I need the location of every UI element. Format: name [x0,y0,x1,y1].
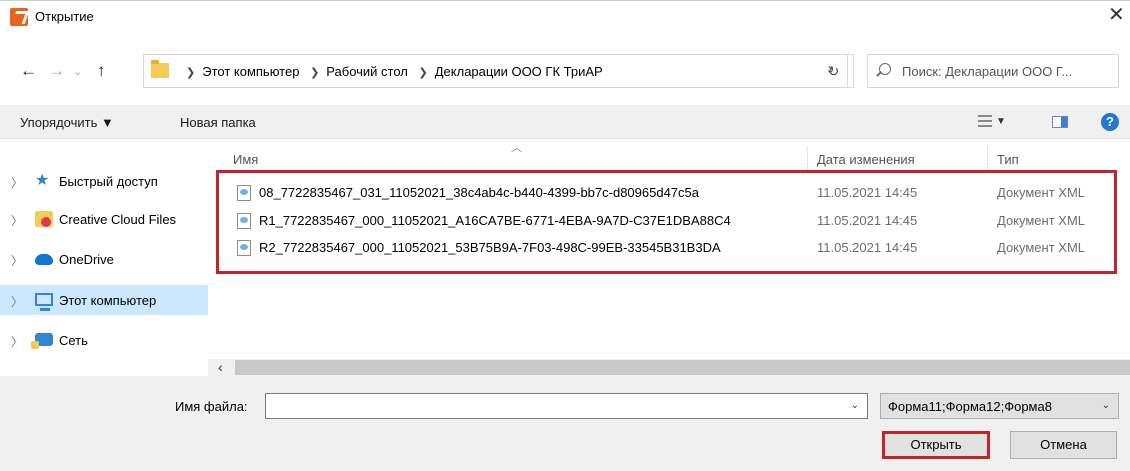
search-placeholder: Поиск: Декларации ООО Г... [902,64,1073,79]
breadcrumb-item[interactable]: Рабочий стол [326,64,408,79]
breadcrumb-item[interactable]: Декларации ООО ГК ТриАР [435,64,603,79]
command-bar: Упорядочить ▼ Новая папка ▼ ? [0,105,1130,139]
chevron-right-icon[interactable]: 〉 [11,293,23,310]
chevron-right-icon[interactable]: 〉 [11,252,23,269]
bottom-panel: Имя файла: ⌄ Форма11;Форма12;Форма8 ⌄ От… [0,376,1130,471]
file-row[interactable]: 08_7722835467_031_11052021_38c4ab4c-b440… [233,181,1113,206]
nav-item-network[interactable]: 〉 Сеть [0,325,208,355]
cancel-button[interactable]: Отмена [1010,431,1117,459]
scroll-left-icon[interactable]: ‹ [218,359,223,375]
column-header-type[interactable]: Тип [997,152,1019,167]
file-type: Документ XML [997,185,1086,200]
forward-arrow-icon[interactable]: → [48,61,65,81]
new-folder-button[interactable]: Новая папка [180,115,256,130]
chevron-right-icon[interactable]: 〉 [11,212,23,229]
nav-item-label: Сеть [59,333,88,348]
scrollbar-thumb[interactable] [235,360,1130,375]
sort-ascending-icon: ︿ [511,142,522,154]
file-date: 11.05.2021 14:45 [817,185,918,200]
column-header-date[interactable]: Дата изменения [817,152,915,167]
address-bar[interactable]: ❯ Этот компьютер ❯ Рабочий стол ❯ Деклараци… [143,54,848,88]
breadcrumb-item[interactable]: Этот компьютер [202,64,299,79]
filename-input[interactable]: ⌄ [265,393,868,419]
open-button[interactable]: Открыть [882,431,990,459]
horizontal-scrollbar[interactable]: ‹ [208,359,1130,376]
search-input[interactable]: Поиск: Декларации ООО Г... [867,54,1119,88]
nav-item-this-pc[interactable]: 〉 Этот компьютер [0,285,208,315]
file-name: R1_7722835467_000_11052021_A16CA7BE-6771… [259,213,731,228]
window-title: Открытие [35,9,94,24]
view-options-icon[interactable] [978,115,992,127]
file-name: R2_7722835467_000_11052021_53B75B9A-7F03… [259,240,721,255]
chevron-right-icon[interactable]: 〉 [11,333,23,350]
close-icon[interactable]: ✕ [1108,5,1125,25]
up-arrow-icon[interactable]: ↑ [97,61,106,81]
column-divider[interactable] [807,146,808,170]
organize-button[interactable]: Упорядочить ▼ [20,115,114,130]
computer-icon [35,293,53,311]
nav-item-onedrive[interactable]: 〉 OneDrive [0,244,208,274]
file-date: 11.05.2021 14:45 [817,213,918,228]
nav-item-label: Быстрый доступ [59,174,158,189]
file-type: Документ XML [997,213,1086,228]
file-row[interactable]: R2_7722835467_000_11052021_53B75B9A-7F03… [233,236,1113,261]
xml-file-icon [237,213,251,229]
creative-cloud-folder-icon [35,211,53,227]
cloud-icon [35,254,53,265]
nav-item-label: Creative Cloud Files [59,212,177,227]
chevron-down-icon[interactable]: ▼ [996,116,1006,127]
open-file-dialog: Открытие ✕ ← → ⌄ ↑ ❯ Этот компьютер ❯ Рабо… [0,0,1130,471]
file-date: 11.05.2021 14:45 [817,240,918,255]
filename-label: Имя файла: [175,399,248,414]
chevron-right-icon[interactable]: 〉 [11,174,23,191]
recent-locations-chevron-icon[interactable]: ⌄ [73,65,82,78]
chevron-down-icon: ⌄ [1101,400,1110,411]
star-icon: ★ [35,172,50,189]
xml-file-icon [237,240,251,256]
title-bar: Открытие ✕ [0,1,1130,33]
nav-item-label: OneDrive [59,252,114,267]
xml-file-icon [237,185,251,201]
file-name: 08_7722835467_031_11052021_38c4ab4c-b440… [259,185,700,200]
help-icon[interactable]: ? [1101,113,1119,131]
nav-item-label: Этот компьютер [59,293,157,308]
chevron-down-icon[interactable]: ⌄ [851,400,859,411]
filter-value: Форма11;Форма12;Форма8 [888,399,1052,414]
refresh-icon[interactable]: ↻ [814,54,854,88]
app-icon [10,8,28,26]
file-row[interactable]: R1_7722835467_000_11052021_A16CA7BE-6771… [233,209,1113,234]
folder-icon [151,60,169,78]
column-header-name[interactable]: Имя [233,152,258,167]
preview-pane-icon[interactable] [1052,116,1068,128]
nav-item-quick-access[interactable]: 〉 ★ Быстрый доступ [0,166,208,196]
file-type: Документ XML [997,240,1086,255]
nav-item-creative-cloud[interactable]: 〉 Creative Cloud Files [0,204,208,234]
network-icon [31,333,53,349]
back-arrow-icon[interactable]: ← [20,61,37,81]
file-type-filter-select[interactable]: Форма11;Форма12;Форма8 ⌄ [880,393,1119,419]
breadcrumb: ❯ Этот компьютер ❯ Рабочий стол ❯ Деклараци… [186,64,603,79]
column-divider[interactable] [987,146,988,170]
search-icon [879,63,891,75]
